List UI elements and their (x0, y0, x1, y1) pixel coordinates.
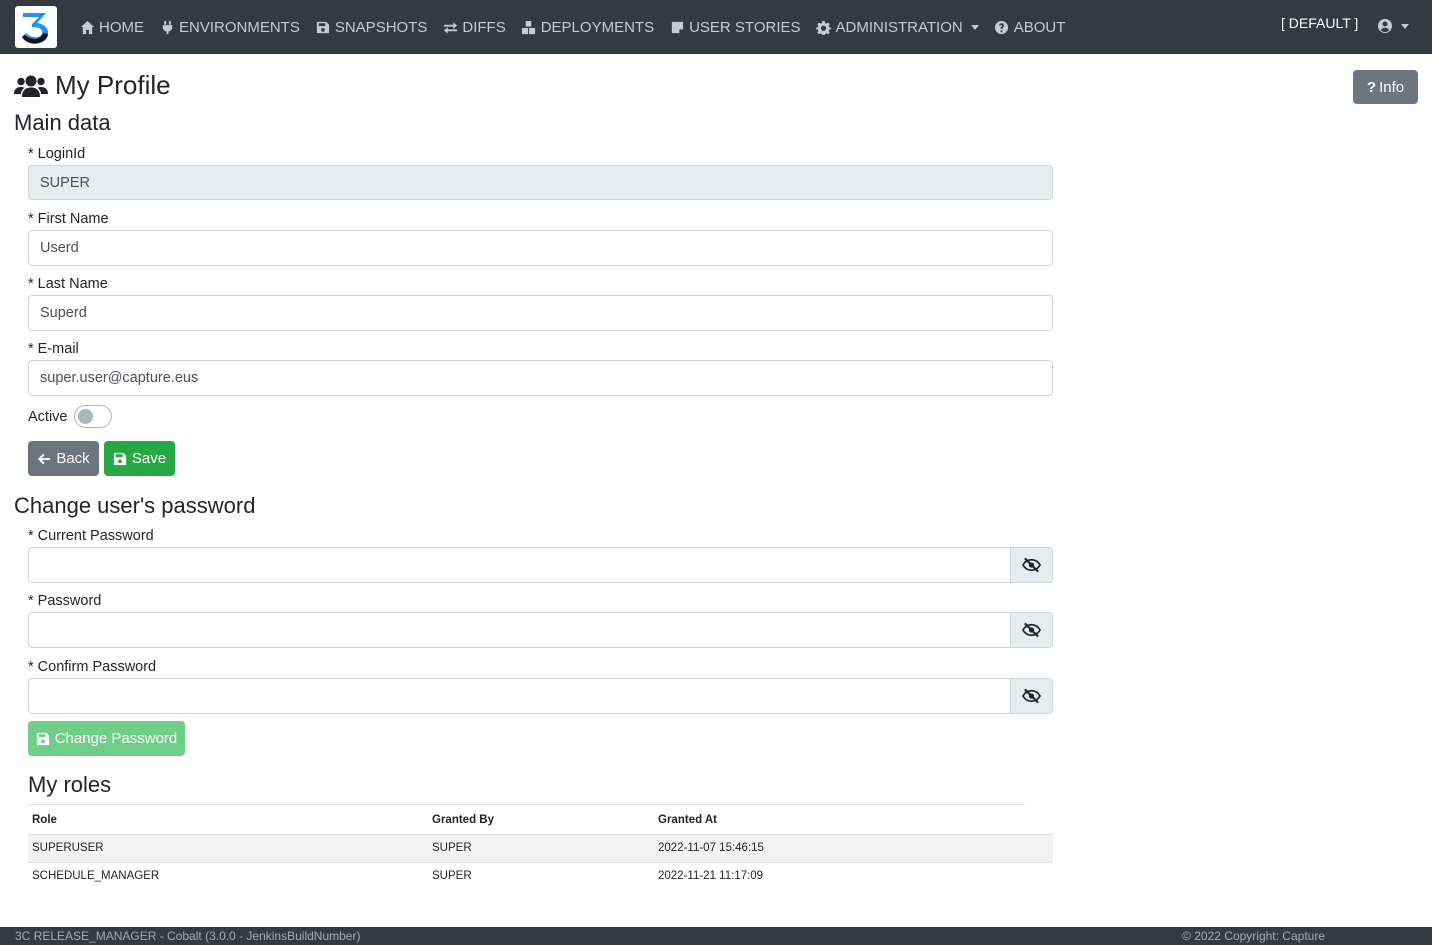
environment-selector[interactable]: [ DEFAULT ] (1281, 15, 1358, 31)
nav-diffs-label: DIFFS (462, 18, 506, 36)
footer-copyright: © 2022 Copyright: Capture (1182, 929, 1325, 943)
table-header-row: Role Granted By Granted At (28, 806, 1053, 834)
chevron-down-icon (970, 24, 979, 30)
last-name-field[interactable]: Superd (28, 295, 1053, 331)
info-button-label: Info (1379, 78, 1405, 96)
nav-deployments[interactable]: DEPLOYMENTS (521, 19, 654, 36)
email-label: * E-mail (28, 341, 79, 357)
nav-administration[interactable]: ADMINISTRATION (816, 19, 979, 36)
main-nav: HOME ENVIRONMENTS SNAPSHOTS DIFFS DEPLOY… (79, 0, 1065, 54)
nav-user-stories-label: USER STORIES (689, 18, 801, 36)
footer-version: 3C RELEASE_MANAGER - Cobalt (3.0.0 - Jen… (15, 929, 361, 943)
question-icon: ? (1366, 78, 1377, 96)
roles-table: Role Granted By Granted At SUPERUSER SUP… (28, 806, 1053, 890)
eye-slash-icon (1022, 688, 1041, 704)
login-id-field[interactable]: SUPER (28, 165, 1053, 200)
save-icon (113, 452, 127, 465)
nav-about-label: ABOUT (1013, 18, 1066, 36)
save-icon (36, 732, 49, 745)
first-name-label: * First Name (28, 211, 109, 227)
chevron-down-icon (1401, 23, 1409, 29)
active-label: Active (28, 408, 68, 425)
footer: 3C RELEASE_MANAGER - Cobalt (3.0.0 - Jen… (0, 927, 1432, 945)
password-input[interactable] (28, 612, 1010, 648)
eye-slash-icon (1022, 622, 1041, 638)
confirm-password-group (28, 678, 1053, 714)
nav-environments-label: ENVIRONMENTS (179, 18, 300, 36)
user-circle-icon (1378, 19, 1392, 33)
change-password-heading: Change user's password (14, 493, 256, 518)
current-password-label: * Current Password (28, 528, 154, 544)
user-menu[interactable] (1377, 18, 1409, 34)
nav-about[interactable]: ABOUT (994, 18, 1066, 36)
back-button-label: Back (56, 450, 90, 467)
granted-at-cell: 2022-11-21 11:17:09 (654, 861, 1053, 890)
users-icon (14, 75, 48, 97)
password-visibility-toggle[interactable] (1010, 612, 1053, 648)
boxes-icon (521, 19, 537, 35)
toggle-knob (77, 409, 93, 424)
granted-at-cell: 2022-11-07 15:46:15 (654, 833, 1053, 862)
column-header-granted-by[interactable]: Granted By (428, 806, 654, 834)
change-password-button-label: Change Password (54, 730, 178, 747)
role-cell: SUPERUSER (28, 833, 428, 862)
nav-user-stories[interactable]: USER STORIES (669, 18, 801, 36)
save-icon (315, 19, 331, 35)
email-field[interactable]: super.user@capture.eus (28, 360, 1053, 396)
granted-by-cell: SUPER (428, 861, 654, 890)
info-button[interactable]: ? Info (1353, 70, 1418, 104)
plug-icon (159, 19, 175, 35)
sticky-note-icon (669, 19, 685, 35)
change-password-button[interactable]: Change Password (28, 721, 185, 756)
page-title-text: My Profile (55, 70, 171, 100)
eye-slash-icon (1022, 557, 1041, 573)
confirm-password-input[interactable] (28, 678, 1010, 714)
exchange-icon (442, 19, 458, 35)
current-password-group (28, 547, 1053, 583)
app-logo[interactable] (15, 6, 57, 48)
divider (28, 804, 1025, 805)
last-name-label: * Last Name (28, 276, 108, 292)
confirm-password-visibility-toggle[interactable] (1010, 678, 1053, 714)
nav-administration-label: ADMINISTRATION (835, 18, 963, 36)
active-toggle-row: Active (28, 405, 112, 428)
table-row[interactable]: SUPERUSER SUPER 2022-11-07 15:46:15 (28, 833, 1053, 862)
confirm-password-label: * Confirm Password (28, 659, 157, 675)
nav-environments[interactable]: ENVIRONMENTS (159, 19, 300, 36)
back-button[interactable]: Back (28, 441, 99, 476)
column-header-granted-at[interactable]: Granted At (654, 806, 1053, 834)
page-title: My Profile (14, 70, 171, 101)
login-id-label: * LoginId (28, 146, 86, 162)
save-button-label: Save (131, 450, 167, 467)
question-circle-icon (994, 19, 1010, 35)
home-icon (79, 19, 95, 35)
column-header-role[interactable]: Role (28, 806, 428, 834)
nav-deployments-label: DEPLOYMENTS (540, 18, 655, 36)
nav-home[interactable]: HOME (79, 19, 144, 36)
nav-snapshots[interactable]: SNAPSHOTS (315, 18, 428, 36)
password-label: * Password (28, 593, 102, 609)
save-button[interactable]: Save (104, 441, 175, 476)
nav-snapshots-label: SNAPSHOTS (334, 18, 428, 36)
arrow-left-icon (38, 453, 51, 464)
password-group (28, 612, 1053, 648)
active-toggle[interactable] (73, 405, 112, 428)
top-navbar: HOME ENVIRONMENTS SNAPSHOTS DIFFS DEPLOY… (0, 0, 1432, 54)
granted-by-cell: SUPER (428, 833, 654, 862)
table-row[interactable]: SCHEDULE_MANAGER SUPER 2022-11-21 11:17:… (28, 861, 1053, 890)
main-data-heading: Main data (14, 110, 111, 135)
current-password-visibility-toggle[interactable] (1010, 547, 1053, 583)
nav-home-label: HOME (99, 18, 144, 36)
current-password-input[interactable] (28, 547, 1010, 583)
my-roles-heading: My roles (28, 772, 112, 797)
first-name-field[interactable]: Userd (28, 230, 1053, 266)
cog-icon (816, 19, 832, 35)
role-cell: SCHEDULE_MANAGER (28, 861, 428, 890)
nav-diffs[interactable]: DIFFS (442, 18, 506, 36)
